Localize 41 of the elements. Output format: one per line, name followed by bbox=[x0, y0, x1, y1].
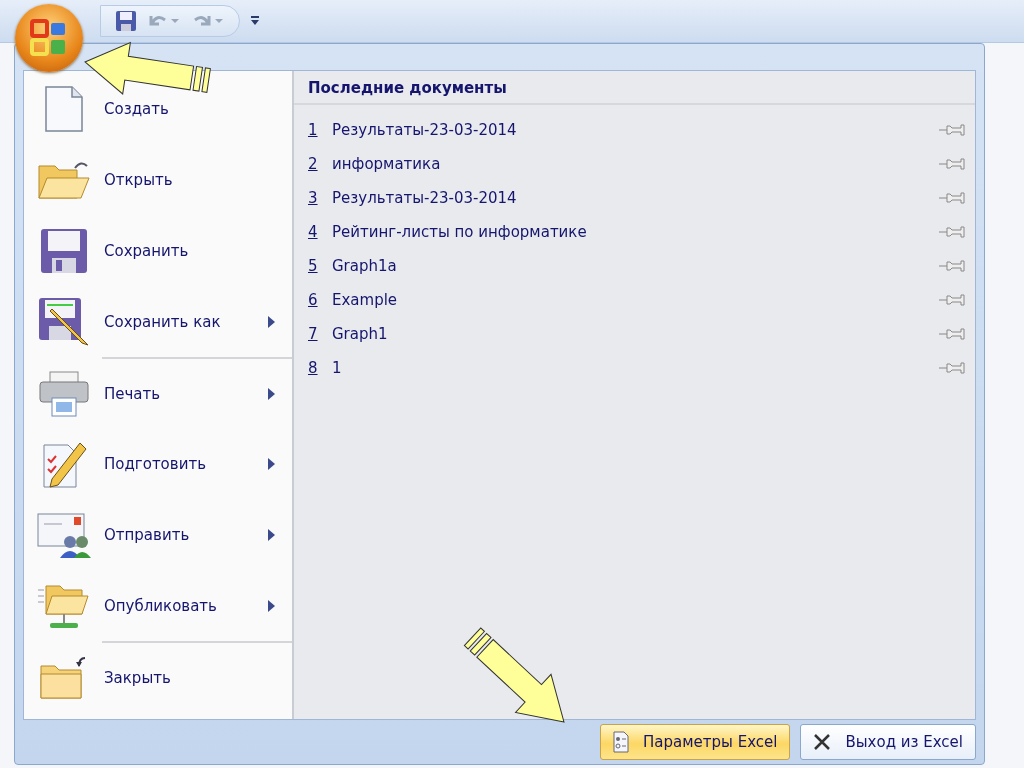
menu-item[interactable]: Открыть bbox=[24, 144, 292, 215]
pin-icon[interactable] bbox=[939, 158, 965, 170]
menu-item[interactable]: Сохранить bbox=[24, 215, 292, 286]
floppy-disk-pencil-icon bbox=[38, 296, 90, 347]
submenu-arrow-icon bbox=[268, 528, 275, 541]
recent-document[interactable]: 6 Example bbox=[308, 283, 975, 317]
recent-document[interactable]: 5 Graph1a bbox=[308, 249, 975, 283]
recent-document[interactable]: 2 информатика bbox=[308, 147, 975, 181]
options-button[interactable]: Параметры Excel bbox=[600, 724, 791, 760]
submenu-arrow-icon bbox=[268, 315, 275, 328]
blank-page-icon bbox=[44, 84, 84, 133]
recent-document[interactable]: 1 Результаты-23-03-2014 bbox=[308, 113, 975, 147]
panel-title: Последние документы bbox=[308, 78, 508, 99]
pin-icon[interactable] bbox=[939, 192, 965, 204]
pin-icon[interactable] bbox=[939, 226, 965, 238]
menu-item[interactable]: Печать bbox=[24, 357, 292, 428]
recent-document[interactable]: 8 1 bbox=[308, 351, 975, 385]
pin-icon[interactable] bbox=[939, 294, 965, 306]
menu-item[interactable]: Создать bbox=[24, 73, 292, 144]
menu-item[interactable]: Опубликовать bbox=[24, 570, 292, 641]
settings-page-icon bbox=[613, 731, 630, 753]
save-icon[interactable] bbox=[115, 10, 137, 32]
menu-item[interactable]: Подготовить bbox=[24, 428, 292, 499]
submenu-arrow-icon bbox=[268, 387, 275, 400]
pin-icon[interactable] bbox=[939, 362, 965, 374]
menu-item[interactable]: Отправить bbox=[24, 499, 292, 570]
menu-item[interactable]: Сохранить как bbox=[24, 286, 292, 357]
recent-document[interactable]: 4 Рейтинг-листы по информатике bbox=[308, 215, 975, 249]
exit-button[interactable]: Выход из Excel bbox=[800, 724, 976, 760]
pin-icon[interactable] bbox=[939, 260, 965, 272]
customize-toolbar-icon[interactable] bbox=[250, 15, 260, 27]
submenu-arrow-icon bbox=[268, 599, 275, 612]
submenu-arrow-icon bbox=[268, 457, 275, 470]
pin-icon[interactable] bbox=[939, 124, 965, 136]
recent-document[interactable]: 3 Результаты-23-03-2014 bbox=[308, 181, 975, 215]
close-icon bbox=[813, 733, 832, 751]
menu-item[interactable]: Закрыть bbox=[24, 641, 292, 712]
envelope-people-icon bbox=[36, 511, 92, 558]
pin-icon[interactable] bbox=[939, 328, 965, 340]
recent-document[interactable]: 7 Graph1 bbox=[308, 317, 975, 351]
printer-icon bbox=[38, 369, 90, 418]
